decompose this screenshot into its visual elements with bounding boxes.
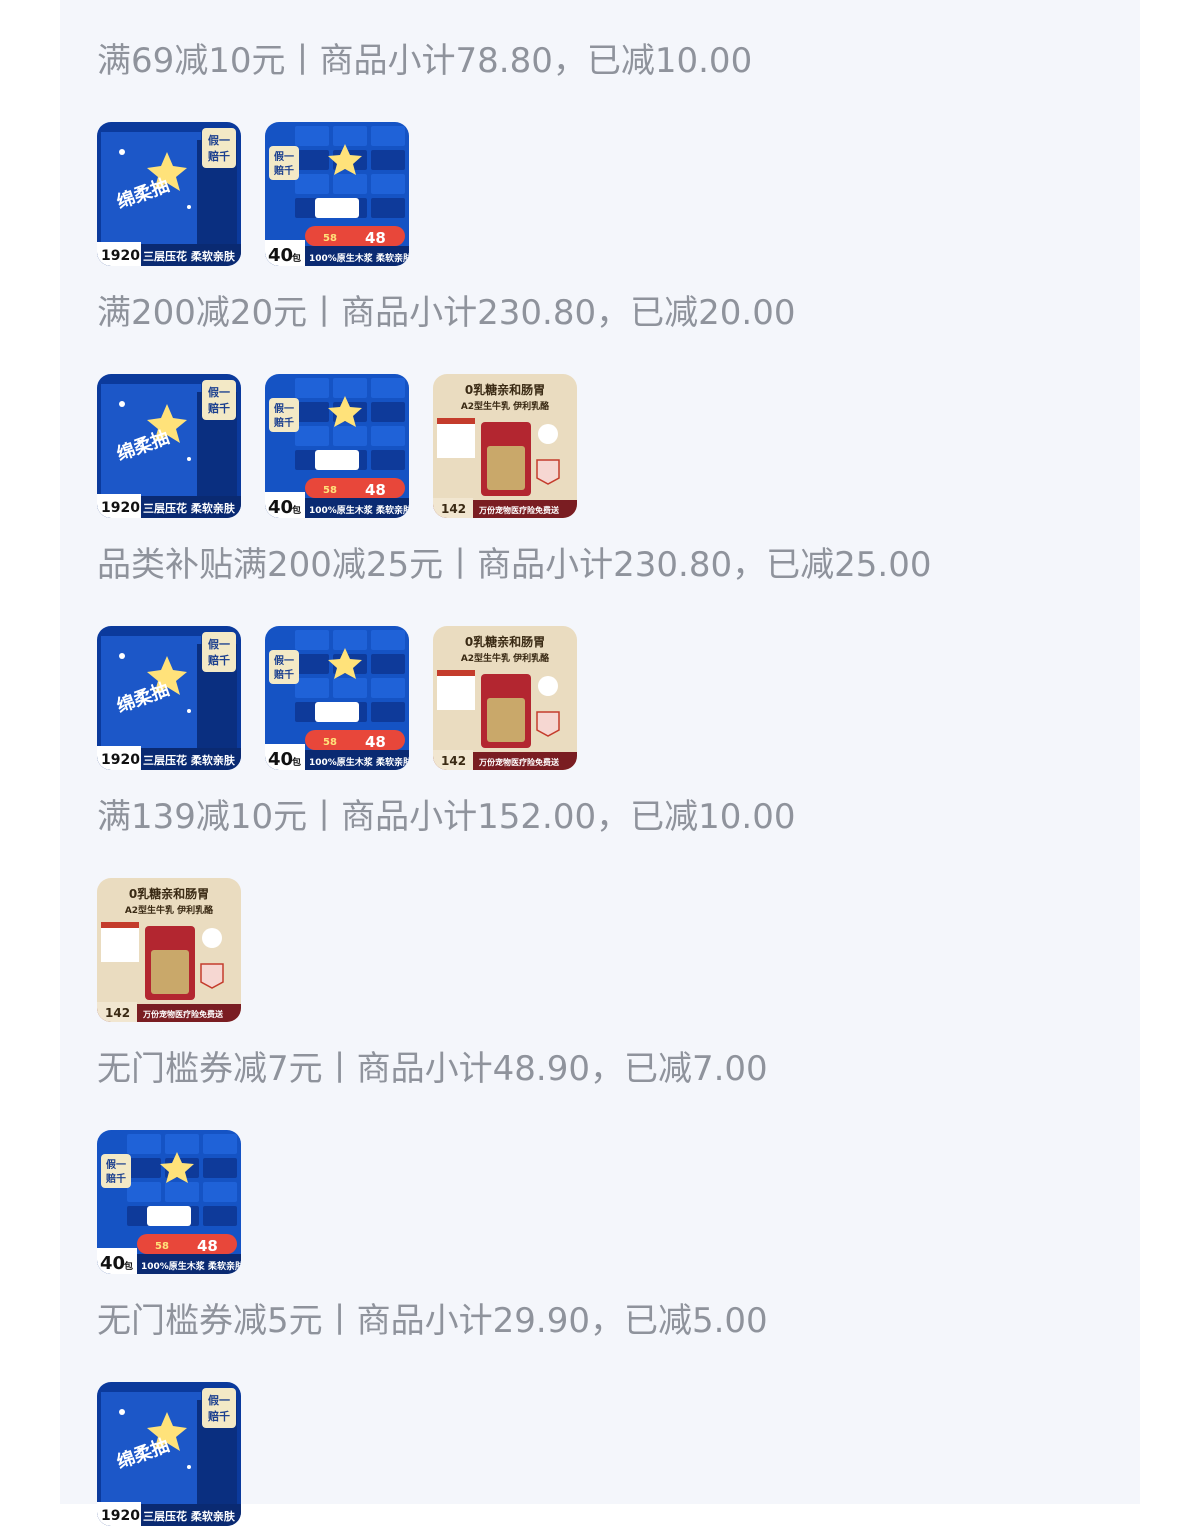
old-price-text: 58 [323, 737, 337, 748]
badge-text: 赔千 [273, 164, 294, 177]
product-image: 0乳糖亲和肠胃A2型生牛乳 伊利乳酪142 万份宠物医疗险免费送 [433, 374, 577, 518]
product-image: 假一赔千58 4840包 100%原生木浆 柔软亲肤 [265, 374, 409, 518]
badge-text: 假一 [208, 637, 230, 651]
promotion-summary-text: 无门槛券减7元丨商品小计48.90，已减7.00 [97, 1049, 768, 1089]
promotion-summary-text: 无门槛券减5元丨商品小计29.90，已减5.00 [97, 1301, 768, 1341]
headline-text: 0乳糖亲和肠胃 [129, 886, 209, 901]
promotion-section: 无门槛券减7元丨商品小计48.90，已减7.00 假一 赔千 58 48 40 包 100%原… [97, 1008, 1127, 1274]
badge-text: 假一 [208, 385, 230, 399]
product-thumbnail-tissue-40pack[interactable]: 假一 赔千 58 48 40 包 100%原生木浆 柔软亲肤 [265, 374, 409, 518]
product-image: 假一赔千绵柔抽1920 三层压花 柔软亲肤 [97, 626, 241, 770]
promotion-section: 满69减10元丨商品小计78.80，已减10.00 假一 赔千 绵柔抽 1920 三层压花… [97, 0, 1127, 266]
product-thumbnail-pet-food-bag[interactable]: 0乳糖亲和肠胃 A2型生牛乳 伊利乳酪 142 万份宠物医疗险免费送 [97, 878, 241, 1022]
product-thumbnail-tissue-soft-draw[interactable]: 假一 赔千 绵柔抽 1920 三层压花 柔软亲肤 [97, 374, 241, 518]
product-thumbnail-tissue-40pack[interactable]: 假一 赔千 58 48 40 包 100%原生木浆 柔软亲肤 [265, 626, 409, 770]
promotion-summary-text: 满139减10元丨商品小计152.00，已减10.00 [97, 797, 796, 837]
badge-text: 赔千 [207, 653, 230, 667]
product-thumbnail-tissue-soft-draw[interactable]: 假一 赔千 绵柔抽 1920 三层压花 柔软亲肤 [97, 1382, 241, 1526]
badge-text: 赔千 [273, 668, 294, 681]
promotion-section: 满200减20元丨商品小计230.80，已减20.00 假一 赔千 绵柔抽 1920 三层… [97, 252, 1127, 518]
subline-text: A2型生牛乳 伊利乳酪 [461, 400, 550, 412]
headline-text: 0乳糖亲和肠胃 [465, 382, 545, 397]
old-price-text: 58 [323, 233, 337, 244]
product-image: 假一赔千绵柔抽1920 三层压花 柔软亲肤 [97, 122, 241, 266]
product-image: 0乳糖亲和肠胃A2型生牛乳 伊利乳酪142 万份宠物医疗险免费送 [433, 626, 577, 770]
promotion-section: 品类补贴满200减25元丨商品小计230.80，已减25.00 假一 赔千 绵柔抽 19… [97, 504, 1127, 770]
badge-text: 赔千 [105, 1172, 126, 1185]
subline-text: A2型生牛乳 伊利乳酪 [461, 652, 550, 664]
new-price-text: 48 [197, 1237, 218, 1255]
product-image: 0乳糖亲和肠胃A2型生牛乳 伊利乳酪142 万份宠物医疗险免费送 [97, 878, 241, 1022]
promotion-summary-text: 满69减10元丨商品小计78.80，已减10.00 [97, 41, 753, 81]
headline-text: 0乳糖亲和肠胃 [465, 634, 545, 649]
new-price-text: 48 [365, 733, 386, 751]
old-price-text: 58 [323, 485, 337, 496]
badge-text: 赔千 [207, 1409, 230, 1423]
tagline-text: 三层压花 柔软亲肤 [143, 1509, 236, 1523]
badge-text: 假一 [274, 150, 294, 163]
product-thumbnail-tissue-40pack[interactable]: 假一 赔千 58 48 40 包 100%原生木浆 柔软亲肤 [265, 122, 409, 266]
product-thumbnail-pet-food-bag[interactable]: 0乳糖亲和肠胃 A2型生牛乳 伊利乳酪 142 万份宠物医疗险免费送 [433, 374, 577, 518]
product-thumbnail-tissue-soft-draw[interactable]: 假一 赔千 绵柔抽 1920 三层压花 柔软亲肤 [97, 626, 241, 770]
badge-text: 假一 [274, 654, 294, 667]
product-image: 假一赔千58 4840包 100%原生木浆 柔软亲肤 [265, 626, 409, 770]
promotion-section: 无门槛券减5元丨商品小计29.90，已减5.00 假一 赔千 绵柔抽 1920 三层压花 … [97, 1260, 1127, 1526]
new-price-text: 48 [365, 229, 386, 247]
badge-text: 假一 [274, 402, 294, 415]
product-image: 假一赔千绵柔抽1920 三层压花 柔软亲肤 [97, 374, 241, 518]
badge-text: 假一 [208, 1393, 230, 1407]
badge-text: 赔千 [273, 416, 294, 429]
promotion-section: 满139减10元丨商品小计152.00，已减10.00 0乳糖亲和肠胃 A2型生牛乳… [97, 756, 1127, 1022]
promotion-summary-text: 满200减20元丨商品小计230.80，已减20.00 [97, 293, 796, 333]
badge-text: 赔千 [207, 149, 230, 163]
promotion-summary-text: 品类补贴满200减25元丨商品小计230.80，已减25.00 [97, 545, 932, 585]
product-image: 假一赔千58 4840包 100%原生木浆 柔软亲肤 [97, 1130, 241, 1274]
subline-text: A2型生牛乳 伊利乳酪 [125, 904, 214, 916]
product-thumbnail-tissue-soft-draw[interactable]: 假一 赔千 绵柔抽 1920 三层压花 柔软亲肤 [97, 122, 241, 266]
badge-text: 假一 [106, 1158, 126, 1171]
badge-text: 赔千 [207, 401, 230, 415]
promotion-breakdown-panel: 满69减10元丨商品小计78.80，已减10.00 假一 赔千 绵柔抽 1920 三层压花… [60, 0, 1140, 1526]
new-price-text: 48 [365, 481, 386, 499]
badge-text: 假一 [208, 133, 230, 147]
product-image: 假一赔千绵柔抽1920 三层压花 柔软亲肤 [97, 1382, 241, 1526]
product-image: 假一赔千58 4840包 100%原生木浆 柔软亲肤 [265, 122, 409, 266]
count-text: 1920 [101, 1508, 140, 1524]
product-thumbnail-pet-food-bag[interactable]: 0乳糖亲和肠胃 A2型生牛乳 伊利乳酪 142 万份宠物医疗险免费送 [433, 626, 577, 770]
old-price-text: 58 [155, 1241, 169, 1252]
product-thumbnail-tissue-40pack[interactable]: 假一 赔千 58 48 40 包 100%原生木浆 柔软亲肤 [97, 1130, 241, 1274]
